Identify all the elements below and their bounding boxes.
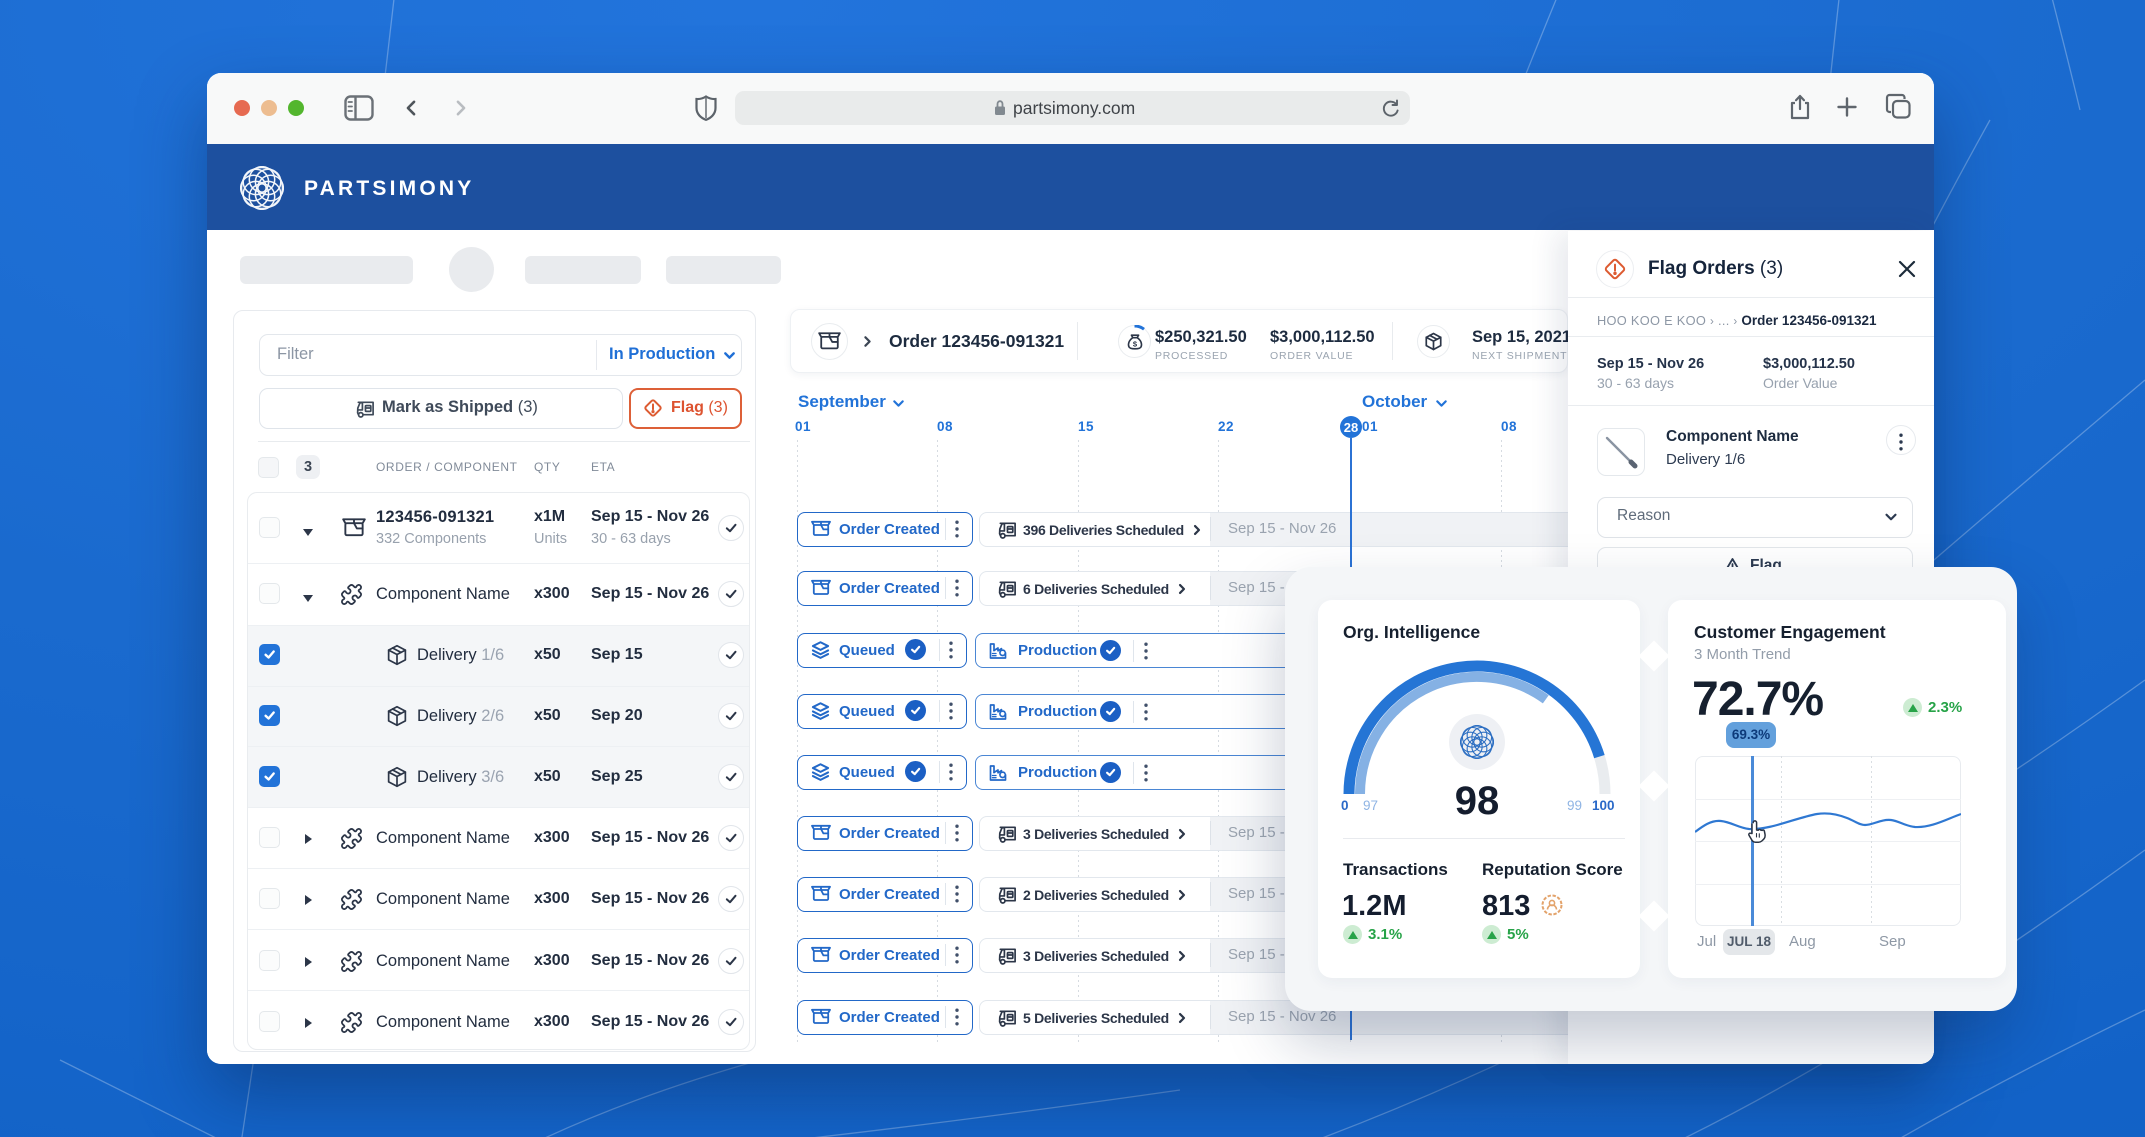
svg-text:$: $ [1133,339,1138,348]
